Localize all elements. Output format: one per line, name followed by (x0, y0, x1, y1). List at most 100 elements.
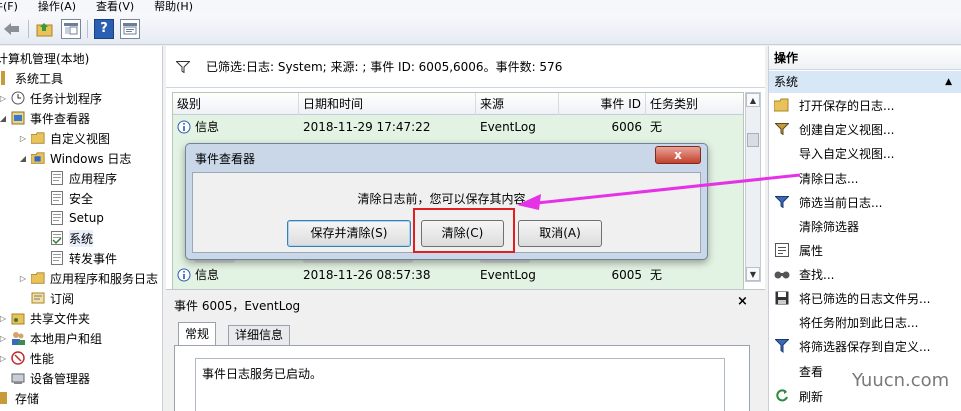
event-message-box: 事件日志服务已启动。 (195, 358, 725, 411)
highlight-box (413, 208, 515, 253)
refresh-icon (774, 388, 790, 404)
close-icon[interactable]: × (737, 294, 748, 309)
action-save-filter-custom-view[interactable]: 将筛选器保存到自定义... (769, 334, 961, 358)
action-label: 筛选当前日志... (799, 195, 883, 210)
menu-view[interactable]: 查看(V) (96, 0, 134, 13)
action-clear-filter[interactable]: 清除筛选器 (769, 214, 961, 238)
tree-item-windows-logs[interactable]: ◢ Windows 日志 (18, 148, 131, 168)
tree-item-system-tools[interactable]: 系统工具 (0, 68, 63, 88)
tree-item-performance[interactable]: ▷ 性能 (0, 348, 54, 368)
tab-details[interactable]: 详细信息 (228, 325, 291, 345)
folder-up-icon[interactable] (35, 19, 55, 39)
dialog-close-button[interactable]: x (655, 146, 701, 164)
action-import-custom-view[interactable]: 导入自定义视图... (769, 141, 961, 165)
tree-item-local-users-groups[interactable]: ▷ 本地用户和组 (0, 328, 102, 348)
tree-item-label: 设备管理器 (30, 371, 91, 386)
tree-item-custom-views[interactable]: ▷ 自定义视图 (18, 128, 110, 148)
expand-arrow-icon[interactable]: ▷ (0, 314, 8, 323)
info-icon (177, 116, 191, 138)
actions-title: 操作 (769, 46, 961, 70)
column-datetime[interactable]: 日期和时间 (299, 93, 476, 115)
scroll-thumb[interactable] (747, 133, 759, 147)
action-attach-task[interactable]: 将任务附加到此日志... (769, 310, 961, 334)
action-label: 创建自定义视图... (799, 122, 895, 137)
cell-event-id: 6006 (611, 120, 642, 134)
log-icon (50, 191, 64, 205)
column-source[interactable]: 来源 (476, 93, 559, 115)
tree-item-device-manager[interactable]: 设备管理器 (11, 368, 90, 388)
actions-section-system[interactable]: 系统 ▲ (769, 71, 961, 93)
cell-source: EventLog (480, 120, 536, 134)
expand-arrow-icon[interactable]: ▷ (18, 134, 28, 143)
tree-item-subscriptions[interactable]: 订阅 (31, 288, 74, 308)
tools-icon (0, 71, 10, 85)
table-row[interactable]: 信息 2018-11-29 17:47:22 EventLog 6006 无 (173, 116, 743, 138)
action-label: 打开保存的日志... (799, 98, 895, 113)
watermark: Yuucn.com (852, 370, 950, 391)
tree-item-shared-folders[interactable]: ▷ 共享文件夹 (0, 308, 90, 328)
toolbar-separator (28, 19, 29, 38)
table-row[interactable]: 信息 2018-11-26 08:57:38 EventLog 6005 无 (173, 264, 743, 286)
tab-panel: 事件日志服务已启动。 (174, 345, 750, 411)
tree-item-computer-management[interactable]: 计算机管理(本地) (0, 48, 89, 68)
scroll-up-icon[interactable]: ▲ (746, 93, 760, 107)
action-create-custom-view[interactable]: 创建自定义视图... (769, 117, 961, 141)
column-event-id[interactable]: 事件 ID (559, 93, 646, 115)
tree-item-system-log[interactable]: 系统 (50, 228, 94, 248)
tree-item-security-log[interactable]: 安全 (50, 188, 93, 208)
filter-summary: 已筛选:日志: System; 来源: ; 事件 ID: 6005,6006。事… (206, 60, 563, 74)
folder-icon (31, 131, 45, 145)
save-and-clear-button[interactable]: 保存并清除(S) (287, 220, 411, 247)
action-save-filtered-log[interactable]: 将已筛选的日志文件另... (769, 286, 961, 310)
column-task-category[interactable]: 任务类别 (646, 93, 743, 115)
collapse-arrow-icon[interactable]: ◢ (0, 114, 8, 123)
collapse-up-icon[interactable]: ▲ (945, 71, 952, 93)
tree-item-event-viewer[interactable]: ◢ 事件查看器 (0, 108, 90, 128)
back-arrow-icon[interactable] (2, 19, 22, 39)
tree-item-task-scheduler[interactable]: ▷ 任务计划程序 (0, 88, 102, 108)
cell-event-id: 6005 (611, 268, 642, 282)
action-label: 将任务附加到此日志... (799, 315, 919, 330)
expand-arrow-icon[interactable]: ▷ (18, 274, 28, 283)
expand-arrow-icon[interactable]: ▷ (0, 94, 8, 103)
log-icon (50, 211, 64, 225)
tree-item-label: 共享文件夹 (30, 311, 91, 326)
properties-icon[interactable] (120, 18, 140, 39)
action-label: 查找... (799, 267, 835, 282)
collapse-arrow-icon[interactable]: ◢ (18, 154, 28, 163)
menu-help[interactable]: 帮助(H) (154, 0, 193, 13)
tree-item-storage[interactable]: 存储 (0, 388, 39, 408)
action-properties[interactable]: 属性 (769, 238, 961, 262)
tree-item-app-service-logs[interactable]: ▷ 应用程序和服务日志 (18, 268, 158, 288)
dialog-title: 事件查看器 (195, 152, 256, 166)
tree-item-application-log[interactable]: 应用程序 (50, 168, 117, 188)
expand-arrow-icon[interactable]: ▷ (0, 354, 8, 363)
scroll-down-icon[interactable]: ▼ (746, 267, 760, 281)
help-icon[interactable]: ? (94, 18, 114, 39)
console-tree-icon[interactable] (61, 18, 81, 39)
expand-arrow-icon[interactable]: ▷ (0, 334, 8, 343)
toolbar-separator (87, 19, 88, 38)
menu-file[interactable]: 件(F) (0, 0, 18, 13)
action-label: 清除筛选器 (799, 219, 860, 234)
cell-source: EventLog (480, 268, 536, 282)
close-icon: x (674, 148, 682, 162)
action-label: 将已筛选的日志文件另... (799, 291, 931, 306)
device-icon (11, 371, 25, 385)
action-open-saved-log[interactable]: 打开保存的日志... (769, 93, 961, 117)
menu-action[interactable]: 操作(A) (38, 0, 76, 13)
tab-general[interactable]: 常规 (178, 322, 217, 345)
users-icon (11, 331, 25, 345)
share-icon (11, 311, 25, 325)
action-find[interactable]: 查找... (769, 262, 961, 286)
tree-item-label: 转发事件 (69, 251, 118, 266)
tree-item-forwarded-events[interactable]: 转发事件 (50, 248, 117, 268)
tree-item-label: 计算机管理(本地) (0, 51, 90, 66)
tree-item-setup-log[interactable]: Setup (50, 208, 104, 228)
grid-header: 级别 日期和时间 来源 事件 ID 任务类别 (173, 93, 743, 115)
column-level[interactable]: 级别 (173, 93, 299, 115)
log-icon (50, 231, 64, 245)
tree-item-label: 自定义视图 (50, 131, 111, 146)
tree-item-label: Setup (69, 211, 104, 225)
cancel-button[interactable]: 取消(A) (518, 220, 602, 247)
